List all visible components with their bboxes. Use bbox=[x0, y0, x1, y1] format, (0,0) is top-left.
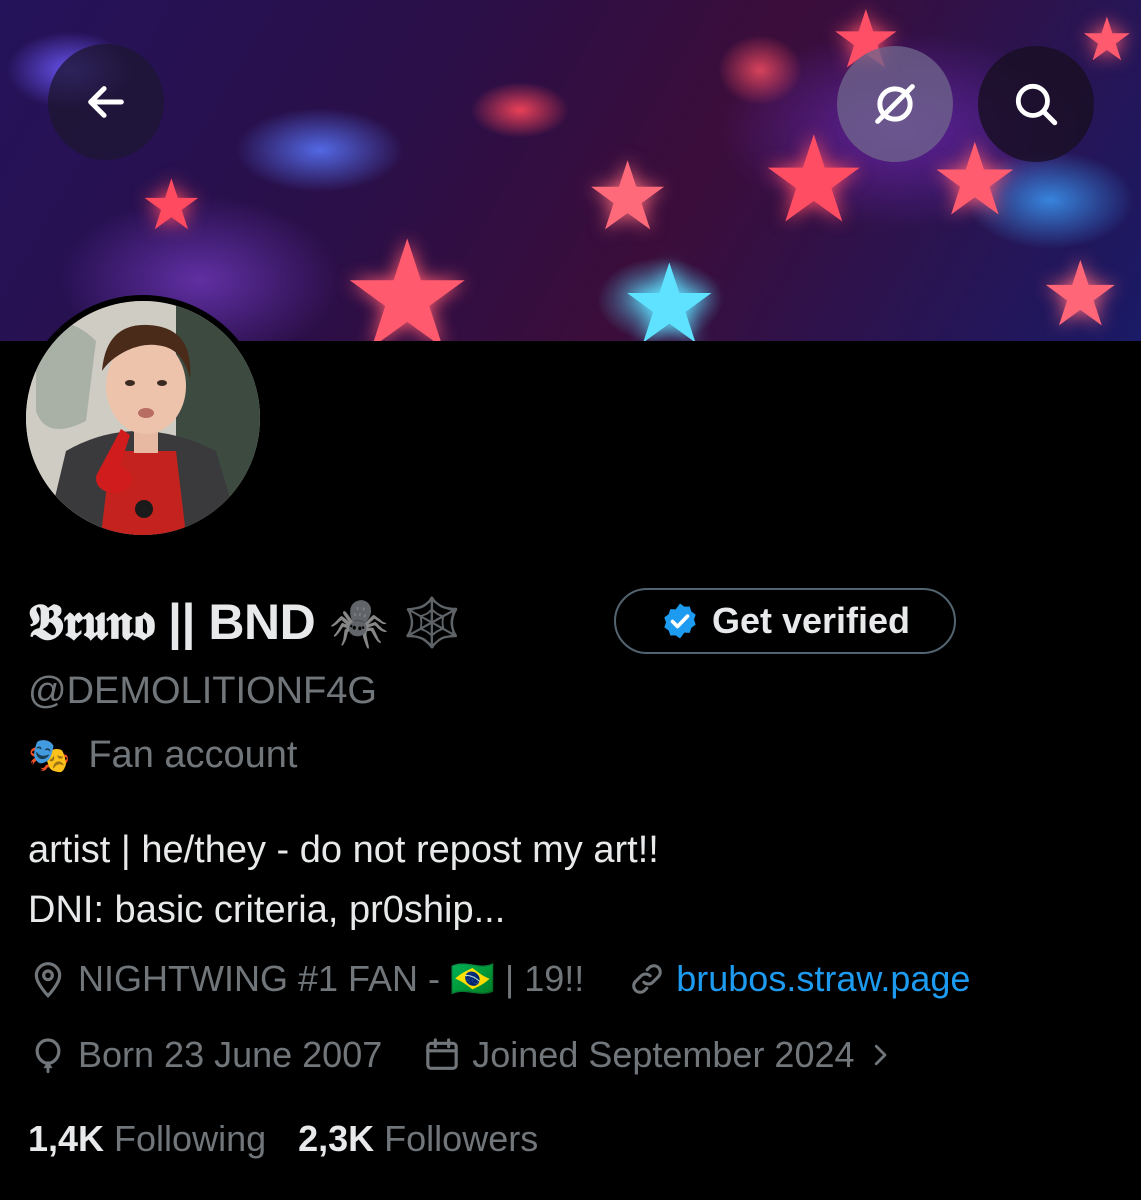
avatar[interactable] bbox=[20, 295, 266, 541]
avatar-portrait-illustration bbox=[26, 301, 260, 535]
follow-stats: 1,4K Following 2,3K Followers bbox=[28, 1118, 538, 1160]
bio-line: artist | he/they - do not repost my art!… bbox=[28, 829, 659, 871]
bio: artist | he/they - do not repost my art!… bbox=[28, 820, 659, 940]
theater-masks-icon: 🎭 bbox=[28, 736, 71, 775]
location-pin-icon bbox=[34, 962, 62, 998]
following-count: 1,4K bbox=[28, 1118, 105, 1159]
birthday: Born 23 June 2007 bbox=[28, 1034, 382, 1076]
banner-star-decoration: ★ bbox=[620, 243, 719, 342]
calendar-icon bbox=[426, 1038, 458, 1070]
display-name: 𝕭𝖗𝖚𝖓𝖔 || BND bbox=[28, 593, 316, 650]
website[interactable]: brubos.straw.page bbox=[628, 958, 970, 1000]
grok-icon bbox=[875, 84, 915, 124]
banner-star-decoration: ★ bbox=[585, 144, 671, 250]
website-link[interactable]: brubos.straw.page bbox=[676, 958, 970, 1000]
location-text: NIGHTWING #1 FAN - 🇧🇷 | 19!! bbox=[78, 958, 585, 999]
joined-date[interactable]: Joined September 2024 bbox=[422, 1034, 894, 1076]
search-button[interactable] bbox=[978, 46, 1094, 162]
following-label: Following bbox=[114, 1118, 267, 1159]
grok-button[interactable] bbox=[837, 46, 953, 162]
link-icon bbox=[632, 964, 662, 994]
get-verified-button[interactable]: Get verified bbox=[614, 588, 956, 654]
following-stat[interactable]: 1,4K Following bbox=[28, 1118, 266, 1160]
search-icon bbox=[1015, 83, 1058, 126]
banner-star-decoration: ★ bbox=[140, 166, 203, 244]
followers-count: 2,3K bbox=[298, 1118, 375, 1159]
banner-star-decoration: ★ bbox=[1040, 245, 1121, 341]
get-verified-label: Get verified bbox=[711, 600, 911, 641]
profile-banner: ★ ★ ★ ★ ★ ★ ★ ★ ★ bbox=[0, 0, 1141, 341]
followers-label: Followers bbox=[384, 1118, 539, 1159]
verified-badge-icon bbox=[664, 603, 696, 639]
professional-category: 🎭 Fan account bbox=[28, 734, 297, 777]
followers-stat[interactable]: 2,3K Followers bbox=[298, 1118, 538, 1160]
birthday-text: Born 23 June 2007 bbox=[78, 1034, 383, 1075]
balloon-icon bbox=[35, 1038, 61, 1074]
arrow-left-icon bbox=[88, 86, 124, 118]
profile-meta-row-1: NIGHTWING #1 FAN - 🇧🇷 | 19!! brubos.stra… bbox=[28, 958, 970, 1000]
avatar-image bbox=[26, 301, 260, 535]
back-button[interactable] bbox=[48, 44, 164, 160]
joined-text: Joined September 2024 bbox=[472, 1034, 855, 1075]
profile-meta-row-2: Born 23 June 2007 Joined September 2024 bbox=[28, 1034, 895, 1076]
display-name-row: 𝕭𝖗𝖚𝖓𝖔 || BND 🕷️ 🕸️ bbox=[28, 588, 462, 656]
spider-web-emoji: 🕷️ 🕸️ bbox=[329, 596, 463, 650]
user-handle: @DEMOLITIONF4G bbox=[28, 670, 377, 712]
banner-star-decoration: ★ bbox=[1080, 6, 1134, 73]
banner-star-decoration: ★ bbox=[340, 211, 475, 341]
location: NIGHTWING #1 FAN - 🇧🇷 | 19!! bbox=[28, 958, 584, 1000]
chevron-right-icon bbox=[874, 1044, 886, 1066]
bio-line: DNI: basic criteria, pr0ship... bbox=[28, 889, 506, 931]
category-label: Fan account bbox=[88, 734, 298, 776]
